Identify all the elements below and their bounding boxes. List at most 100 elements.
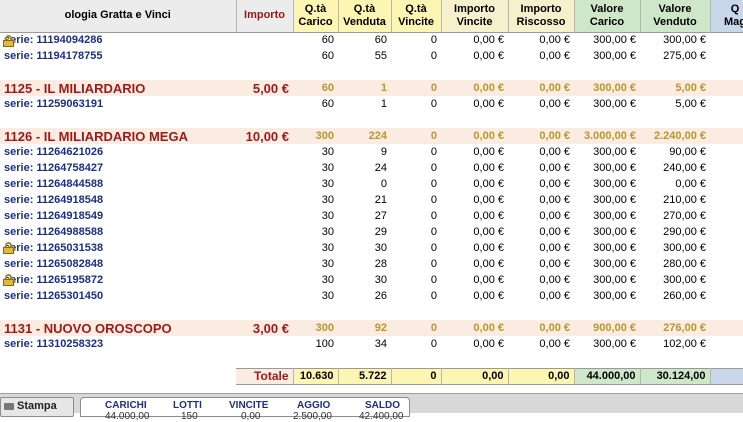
importo-cell <box>236 96 293 112</box>
cell-qta-vincite: 0 <box>430 33 437 46</box>
cell-valore-carico: 3.000,00 € <box>574 128 640 144</box>
serie-label: serie: 11259063191 <box>4 97 104 110</box>
cell-mag <box>710 272 743 288</box>
cell-importo-vincite: 0,00 € <box>473 273 504 286</box>
cell-valore-carico: 300,00 € <box>593 33 636 46</box>
spacer-cell <box>710 304 743 320</box>
cell-importo-vincite: 0,00 € <box>473 49 504 62</box>
spacer-cell <box>0 112 236 128</box>
col-header-valore-venduto[interactable]: Valore Venduto <box>640 0 711 33</box>
cell-qta-venduta: 34 <box>374 337 387 350</box>
serie-label: serie: 11265195872 <box>4 273 104 286</box>
table-row[interactable]: serie: 11194178755 60 55 0 0,00 € 0,00 € 300,0… <box>0 48 743 64</box>
header-line: Vincite <box>456 15 493 28</box>
importo-cell <box>236 256 293 272</box>
total-valore-venduto: 30.124,00 <box>640 367 711 385</box>
col-header-valore-carico[interactable]: Valore Carico <box>574 0 641 33</box>
table-row[interactable]: serie: 11264844588 30 0 0 0,00 € 0,00 € 300,00… <box>0 176 743 192</box>
table-row[interactable]: serie: 11310258323 100 34 0 0,00 € 0,00 € 300,… <box>0 336 743 352</box>
cell-valore-carico: 300,00 € <box>593 225 636 238</box>
spacer-cell <box>640 64 710 80</box>
cell-qta-venduta: 27 <box>374 209 387 222</box>
col-header-importo-vincite[interactable]: Importo Vincite <box>441 0 509 33</box>
spacer-cell <box>236 64 293 80</box>
spacer-cell <box>640 352 710 368</box>
cell-importo-vincite: 0,00 € <box>473 337 504 350</box>
footer-bar: Stampa CARICHI LOTTI VINCITE AGGIO SALDO… <box>0 393 743 422</box>
serie-label: serie: 11265082848 <box>4 257 104 270</box>
importo-cell <box>236 144 293 160</box>
cell-importo-vincite: 0,00 € <box>473 193 504 206</box>
col-header-mag[interactable]: QMag <box>710 0 743 33</box>
serie-label: serie: 11264918548 <box>4 193 104 206</box>
table-row[interactable]: serie: 11264918548 30 21 0 0,00 € 0,00 € 300,0… <box>0 192 743 208</box>
print-button[interactable]: Stampa <box>0 397 74 417</box>
cell-mag <box>710 128 743 144</box>
cell-qta-vincite: 0 <box>391 128 441 144</box>
group-row[interactable]: 1131 - NUOVO OROSCOPO 3,00 €300 92 0 0,00 €0… <box>0 320 743 336</box>
table-row[interactable]: serie: 11264918549 30 27 0 0,00 € 0,00 € 300,0… <box>0 208 743 224</box>
total-valore-carico: 44.000,00 <box>574 367 641 385</box>
cell-qta-carico: 30 <box>321 241 334 254</box>
col-header-qta-venduta[interactable]: Q.tà Venduta <box>338 0 392 33</box>
importo-cell <box>236 240 293 256</box>
group-row[interactable]: 1125 - IL MILIARDARIO 5,00 €60 1 0 0,00 €0,0… <box>0 80 743 96</box>
cell-qta-venduta: 26 <box>374 289 387 302</box>
cell-valore-venduto: 276,00 € <box>640 320 710 336</box>
spacer-cell <box>338 304 391 320</box>
col-header-importo[interactable]: Importo <box>236 0 294 33</box>
table-body: serie: 11194094286 60 60 0 0,00 €0,00 €300,0… <box>0 32 743 368</box>
lock-icon <box>3 274 14 286</box>
spacer-cell <box>391 304 441 320</box>
importo-cell <box>236 336 293 352</box>
col-header-qta-carico[interactable]: Q.tà Carico <box>293 0 339 33</box>
col-header-tipologia[interactable]: ologia Gratta e Vinci <box>0 0 237 33</box>
cell-qta-vincite: 0 <box>430 193 437 206</box>
cell-qta-venduta: 9 <box>380 145 387 158</box>
spacer-row <box>0 64 743 80</box>
header-line: Mag <box>724 15 743 28</box>
spacer-cell <box>640 304 710 320</box>
cell-qta-venduta: 30 <box>374 241 387 254</box>
cell-qta-venduta: 0 <box>380 177 387 190</box>
serie-cell: serie: 11264988588 <box>0 224 236 240</box>
spacer-cell <box>710 112 743 128</box>
cell-importo-vincite: 0,00 € <box>473 209 504 222</box>
group-row[interactable]: 1126 - IL MILIARDARIO MEGA 10,00 €300 224 0… <box>0 128 743 144</box>
total-importo-vincite: 0,00 <box>441 367 509 385</box>
spacer-cell <box>441 112 508 128</box>
totals-spacer <box>0 368 236 384</box>
col-header-qta-vincite[interactable]: Q.tà Vincite <box>391 0 442 33</box>
table-row[interactable]: serie: 11194094286 60 60 0 0,00 € 0,00 € 300,0… <box>0 32 743 48</box>
summary-label-vincite: VINCITE <box>229 400 269 411</box>
cell-qta-venduta: 92 <box>338 320 391 336</box>
spacer-cell <box>338 64 391 80</box>
table-row[interactable]: serie: 11259063191 60 1 0 0,00 € 0,00 € 300,00… <box>0 96 743 112</box>
spacer-cell <box>710 64 743 80</box>
serie-label: serie: 11264988588 <box>4 225 104 238</box>
col-header-importo-riscosso[interactable]: Importo Riscosso <box>508 0 575 33</box>
table-row[interactable]: serie: 11264758427 30 24 0 0,00 € 0,00 € 300,0… <box>0 160 743 176</box>
totals-label: Totale <box>236 367 294 385</box>
cell-valore-carico: 300,00 € <box>593 257 636 270</box>
table-row[interactable]: serie: 11264621026 30 9 0 0,00 € 0,00 € 300,00… <box>0 144 743 160</box>
cell-importo-riscosso: 0,00 € <box>539 241 570 254</box>
table-row[interactable]: serie: 11265082848 30 28 0 0,00 € 0,00 € 300,0… <box>0 256 743 272</box>
table-row[interactable]: serie: 11265301450 30 26 0 0,00 € 0,00 € 300,0… <box>0 288 743 304</box>
cell-valore-carico: 300,00 € <box>574 80 640 96</box>
spacer-cell <box>441 304 508 320</box>
cell-qta-vincite: 0 <box>430 97 437 110</box>
cell-importo-vincite: 0,00 € <box>473 257 504 270</box>
table-row[interactable]: serie: 11265195872 30 30 0 0,00 € 0,00 € 300,0… <box>0 272 743 288</box>
table-row[interactable]: serie: 11265031538 30 30 0 0,00 € 0,00 € 300,0… <box>0 240 743 256</box>
summary-label-saldo: SALDO <box>365 400 400 411</box>
spacer-cell <box>574 112 640 128</box>
cell-valore-venduto: 260,00 € <box>663 289 706 302</box>
spacer-cell <box>236 352 293 368</box>
cell-qta-venduta: 28 <box>374 257 387 270</box>
table-row[interactable]: serie: 11264988588 30 29 0 0,00 € 0,00 € 300,0… <box>0 224 743 240</box>
cell-importo-riscosso: 0,00 € <box>539 257 570 270</box>
cell-qta-vincite: 0 <box>430 49 437 62</box>
spacer-cell <box>0 304 236 320</box>
serie-label: serie: 11194094286 <box>4 33 103 46</box>
